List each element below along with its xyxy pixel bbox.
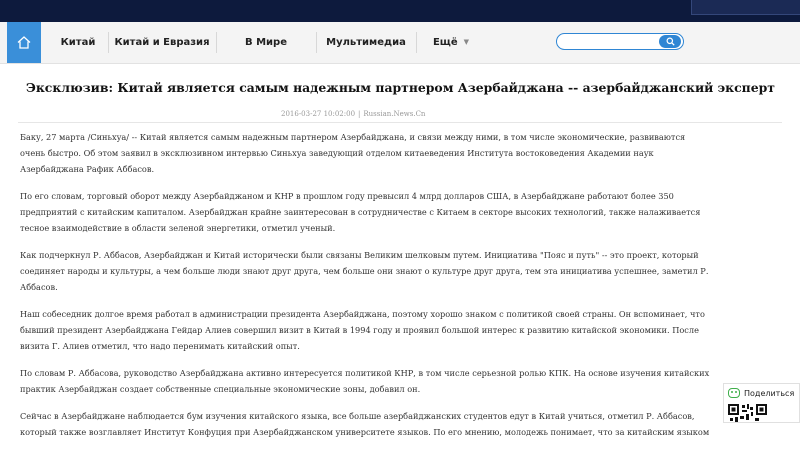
qr-code-icon	[728, 404, 767, 422]
nav-item-china[interactable]: Китай	[48, 22, 108, 63]
article-body: Баку, 27 марта /Синьхуа/ -- Китай являет…	[20, 129, 710, 451]
article-datetime: 2016-03-27 10:02:00	[281, 110, 356, 118]
share-label: Поделиться	[744, 388, 795, 398]
article-title: Эксклюзив: Китай является самым надежным…	[26, 80, 775, 95]
article-paragraph: По его словам, торговый оборот между Азе…	[20, 191, 701, 233]
nav-item-label: Китай и Евразия	[114, 37, 210, 48]
nav-item-label: Ещё	[432, 37, 458, 48]
article-paragraph: Баку, 27 марта /Синьхуа/ -- Китай являет…	[20, 132, 686, 174]
home-icon	[17, 36, 31, 49]
top-bar-widget	[691, 0, 800, 15]
nav-item-label: Мультимедиа	[326, 37, 406, 48]
nav-item-label: Китай	[60, 37, 96, 48]
search-button[interactable]	[659, 35, 681, 48]
nav-item-more[interactable]: Ещё ▼	[416, 22, 486, 63]
nav-item-china-eurasia[interactable]: Китай и Евразия	[108, 22, 216, 63]
nav-item-label: В Мире	[244, 37, 287, 48]
home-button[interactable]	[7, 22, 41, 63]
wechat-icon	[728, 388, 740, 398]
article-paragraph: Сейчас в Азербайджане наблюдается бум из…	[20, 411, 710, 437]
search-box	[556, 33, 684, 50]
nav-item-world[interactable]: В Мире	[216, 22, 316, 63]
article-paragraph: Наш собеседник долгое время работал в ад…	[20, 309, 705, 351]
nav-item-multimedia[interactable]: Мультимедиа	[316, 22, 416, 63]
article-meta: 2016-03-27 10:02:00 | Russian.News.Cn	[281, 110, 425, 118]
share-widget[interactable]: Поделиться	[723, 383, 800, 423]
search-icon	[665, 37, 675, 46]
article-paragraph: По словам Р. Аббасова, руководство Азерб…	[20, 368, 710, 394]
share-header: Поделиться	[728, 388, 794, 398]
article-paragraph: Как подчеркнул Р. Аббасов, Азербайджан и…	[20, 250, 709, 292]
title-divider	[18, 122, 782, 123]
chevron-down-icon: ▼	[463, 38, 470, 46]
article-source[interactable]: Russian.News.Cn	[363, 110, 425, 118]
top-bar	[0, 0, 800, 22]
search-input[interactable]	[563, 35, 655, 48]
meta-separator: |	[358, 110, 361, 118]
